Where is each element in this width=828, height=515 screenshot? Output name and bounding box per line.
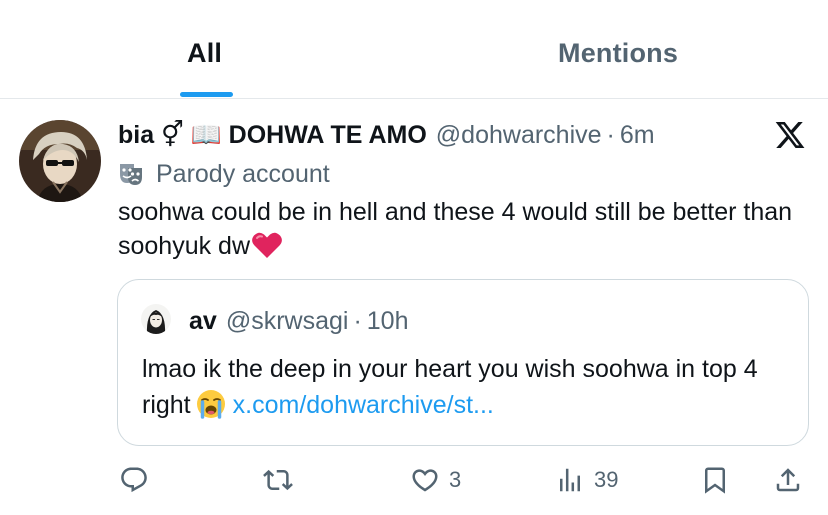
views-count: 39 (594, 467, 619, 492)
user-handle[interactable]: @dohwarchive (436, 121, 602, 150)
display-name[interactable]: bia ⚥ 📖 DOHWA TE AMO (118, 120, 427, 150)
crying-face-emoji (196, 390, 225, 419)
like-icon (412, 469, 438, 492)
tweet-header: bia ⚥ 📖 DOHWA TE AMO @dohwarchive · 6m (118, 118, 655, 152)
bookmark-button[interactable] (700, 464, 730, 496)
views-button[interactable]: 39 (555, 464, 618, 496)
repost-button[interactable] (263, 464, 293, 496)
parody-account-text: Parody account (156, 159, 330, 188)
parody-account-label: Parody account (118, 158, 330, 190)
quoted-tweet[interactable]: av @skrwsagi · 10h lmao ik the deep in y… (117, 279, 809, 446)
tweet-actions: 3 39 (0, 458, 828, 502)
tweet-body: soohwa could be in hell and these 4 woul… (118, 195, 798, 263)
tweet-time[interactable]: 6m (620, 121, 655, 150)
share-button[interactable] (773, 464, 803, 496)
tab-mentions-label: Mentions (558, 38, 679, 68)
tweet-text: soohwa could be in hell and these 4 woul… (118, 198, 793, 260)
like-count: 3 (449, 467, 462, 492)
x-logo-icon (773, 119, 807, 151)
share-icon (776, 468, 800, 492)
quoted-display-name[interactable]: av (189, 307, 217, 336)
notification-tabs: All Mentions (0, 0, 828, 99)
reply-button[interactable] (119, 464, 149, 496)
quoted-user-handle[interactable]: @skrwsagi (226, 307, 349, 336)
tab-all-label: All (187, 38, 223, 68)
tab-all[interactable]: All (0, 0, 414, 98)
red-heart-emoji (252, 232, 282, 258)
quoted-tweet-body: lmao ik the deep in your heart you wish … (142, 351, 792, 423)
active-tab-indicator (180, 92, 233, 97)
quoted-avatar[interactable] (141, 304, 171, 334)
like-button[interactable]: 3 (410, 464, 461, 496)
tab-mentions[interactable]: Mentions (414, 0, 828, 98)
bookmark-icon (705, 467, 725, 494)
avatar[interactable] (19, 120, 101, 202)
quoted-tweet-link[interactable]: x.com/dohwarchive/st... (233, 391, 494, 419)
separator-dot: · (606, 120, 615, 149)
theater-mask-icon (120, 164, 142, 185)
quoted-separator-dot: · (353, 306, 362, 335)
reply-icon (121, 467, 147, 493)
views-icon (560, 468, 580, 492)
repost-icon (263, 469, 293, 491)
quoted-tweet-header: av @skrwsagi · 10h (189, 306, 408, 336)
quoted-tweet-time[interactable]: 10h (367, 307, 409, 336)
